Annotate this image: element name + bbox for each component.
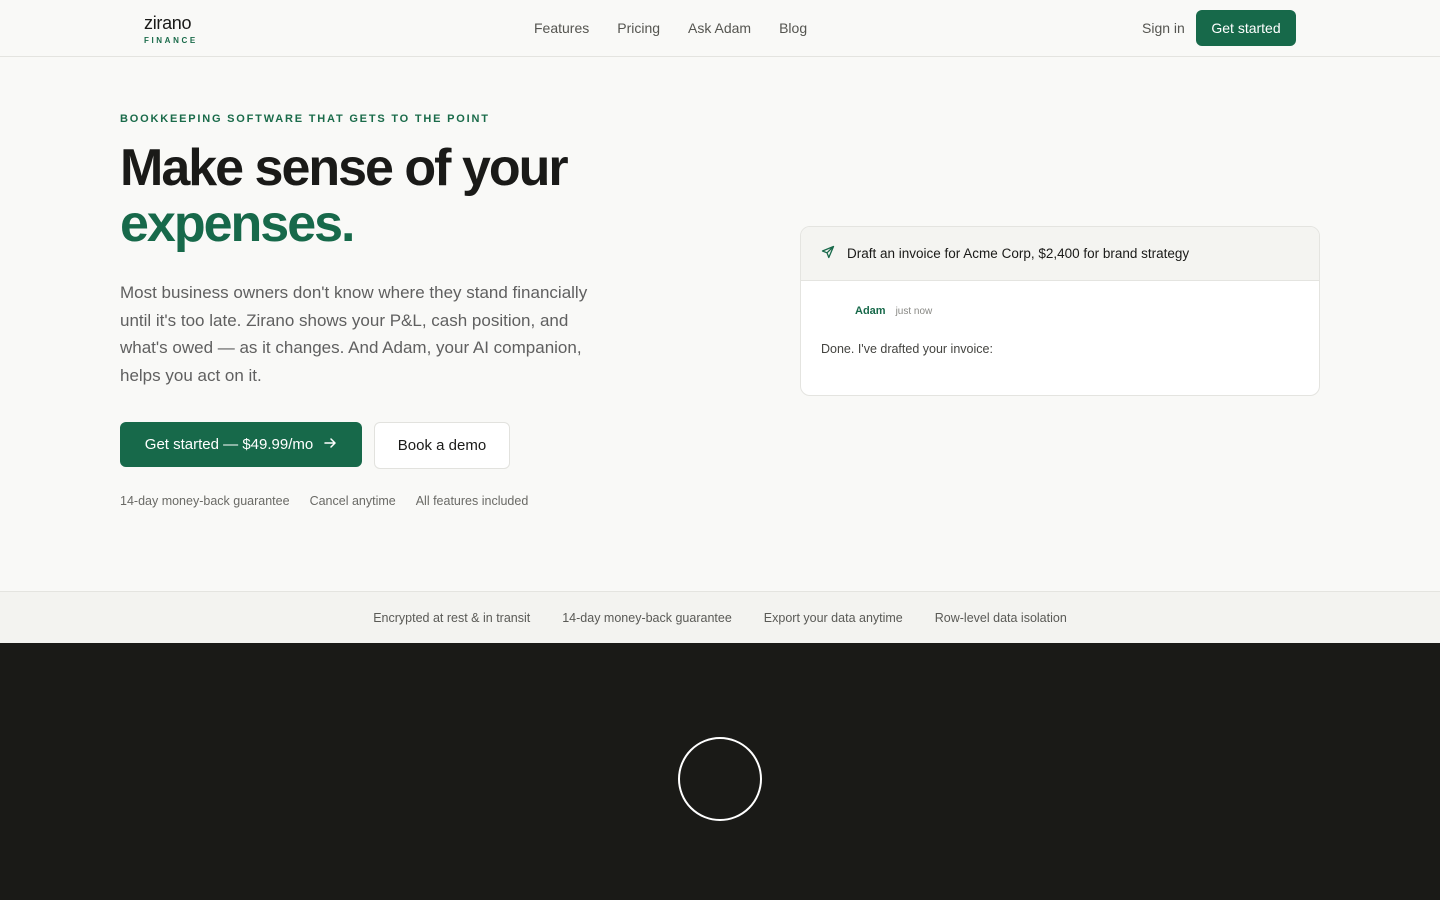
logo-word: zirano <box>144 13 192 33</box>
logo-subtitle: FINANCE <box>144 36 198 45</box>
hero-eyebrow: BOOKKEEPING SOFTWARE THAT GETS TO THE PO… <box>120 113 490 125</box>
chat-sender: Adam <box>855 305 886 317</box>
perk-item: All features included <box>415 494 529 508</box>
headline-line-1: Make sense of your <box>120 139 569 197</box>
nav-pricing[interactable]: Pricing <box>617 18 660 38</box>
sign-in-link[interactable]: Sign in <box>1142 18 1185 38</box>
hero-lede: Most business owners don't know where th… <box>120 283 588 385</box>
headline-line-2: expenses. <box>120 195 355 253</box>
video-section <box>0 643 1440 900</box>
header-get-started-button[interactable]: Get started <box>1196 10 1296 46</box>
chat-prompt-text: Draft an invoice for Acme Corp, $2,400 f… <box>847 246 1190 261</box>
trust-item: Export your data anytime <box>763 610 903 625</box>
send-icon <box>821 245 835 262</box>
trust-item: 14-day money-back guarantee <box>562 610 732 625</box>
play-icon[interactable] <box>678 737 762 821</box>
chat-meta: Adam just now <box>855 305 932 317</box>
get-started-label: Get started — $49.99/mo <box>144 436 314 453</box>
main-nav: Features Pricing Ask Adam Blog <box>534 18 807 38</box>
nav-ask-adam[interactable]: Ask Adam <box>688 18 751 38</box>
hero-headline: Make sense of your expenses. <box>120 139 569 253</box>
chat-prompt: Draft an invoice for Acme Corp, $2,400 f… <box>801 227 1319 281</box>
perk-item: 14-day money-back guarantee <box>120 494 290 508</box>
trust-item: Row-level data isolation <box>934 610 1067 625</box>
site-header: zirano FINANCE Features Pricing Ask Adam… <box>0 0 1440 57</box>
perk-item: Cancel anytime <box>309 494 396 508</box>
chat-timestamp: just now <box>895 306 933 317</box>
trust-bar: Encrypted at rest & in transit 14-day mo… <box>0 591 1440 643</box>
trust-item: Encrypted at rest & in transit <box>373 610 531 625</box>
get-started-button[interactable]: Get started — $49.99/mo <box>120 422 362 467</box>
logo[interactable]: zirano FINANCE <box>144 14 198 45</box>
arrow-right-icon <box>323 436 337 454</box>
nav-blog[interactable]: Blog <box>779 18 807 38</box>
hero-perks: 14-day money-back guarantee Cancel anyti… <box>120 494 528 508</box>
nav-features[interactable]: Features <box>534 18 589 38</box>
chat-message: Done. I've drafted your invoice: <box>821 342 993 356</box>
book-demo-button[interactable]: Book a demo <box>374 422 510 469</box>
chat-preview-card: Draft an invoice for Acme Corp, $2,400 f… <box>800 226 1320 396</box>
